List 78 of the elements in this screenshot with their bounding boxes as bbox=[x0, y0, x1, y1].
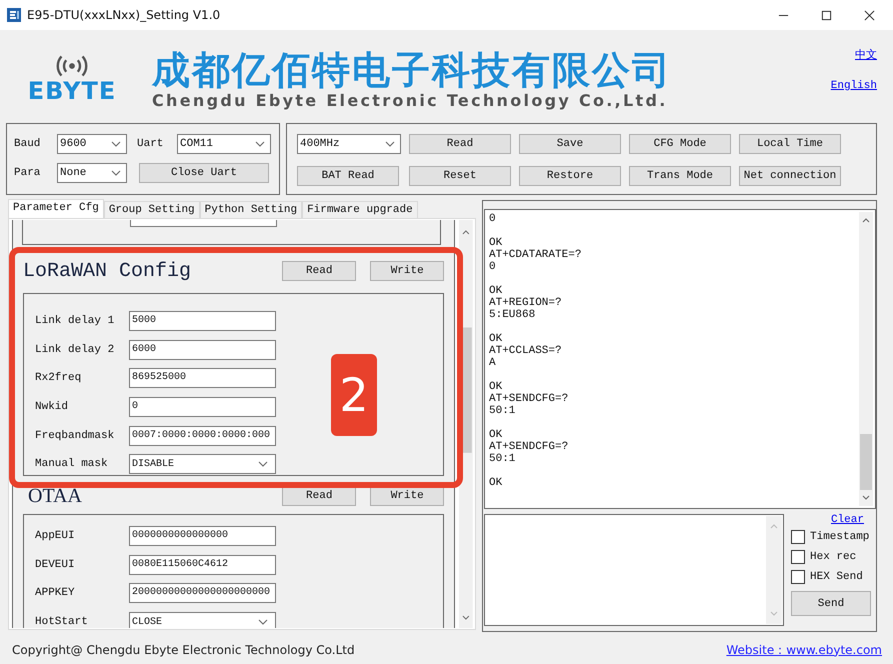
scrollbar[interactable] bbox=[859, 212, 873, 506]
chevron-down-icon bbox=[111, 141, 121, 147]
input-field[interactable]: 0 bbox=[129, 397, 276, 418]
field-label: Freqbandmask bbox=[35, 430, 116, 442]
tab[interactable]: Group Setting bbox=[104, 201, 200, 218]
step-badge: 2 bbox=[331, 354, 377, 436]
clear-link[interactable]: Clear bbox=[830, 514, 864, 527]
input-field[interactable]: 869525000 bbox=[129, 368, 276, 388]
maximize-icon[interactable] bbox=[821, 10, 832, 20]
tab[interactable]: Python Setting bbox=[200, 201, 302, 218]
website-link[interactable]: Website：www.ebyte.com bbox=[726, 642, 882, 658]
app-icon bbox=[7, 8, 21, 22]
input-field[interactable]: 6000 bbox=[129, 340, 276, 360]
dropdown[interactable]: CLOSE bbox=[129, 612, 276, 628]
field-label: DEVEUI bbox=[35, 558, 76, 571]
command-button[interactable]: Net connection bbox=[739, 166, 841, 186]
field-label: Link delay 1 bbox=[35, 315, 116, 328]
company-english-name: Chengdu Ebyte Electronic Technology Co.,Ltd. bbox=[152, 92, 669, 110]
input-field[interactable]: 0007:0000:0000:0000:000 bbox=[129, 426, 276, 446]
baud-dropdown[interactable]: 9600 bbox=[57, 134, 127, 154]
checkbox-label: Hex rec bbox=[810, 551, 856, 563]
checkbox-label: Timestamp bbox=[810, 531, 870, 543]
checkbox[interactable] bbox=[791, 550, 805, 564]
input-field[interactable]: 5000 bbox=[129, 311, 276, 332]
field-label: AppEUI bbox=[35, 530, 76, 542]
send-input[interactable] bbox=[484, 514, 784, 626]
input-field[interactable]: 20000000000000000000000 bbox=[129, 583, 276, 604]
input-field[interactable] bbox=[130, 220, 277, 227]
chevron-down-icon bbox=[258, 461, 268, 468]
command-button[interactable]: CFG Mode bbox=[629, 134, 731, 154]
language-link[interactable]: 中文 bbox=[855, 47, 877, 62]
field-label: Baud bbox=[14, 138, 42, 150]
checkbox[interactable] bbox=[791, 570, 805, 584]
section-button[interactable]: Read bbox=[282, 486, 356, 506]
section-button[interactable]: Write bbox=[370, 261, 444, 281]
language-link[interactable]: English bbox=[830, 80, 877, 92]
chevron-down-icon bbox=[385, 141, 395, 147]
tab[interactable]: Firmware upgrade bbox=[302, 201, 418, 218]
scrollbar[interactable] bbox=[766, 516, 782, 624]
command-button[interactable]: Read bbox=[409, 134, 511, 154]
checkbox-label: HEX Send bbox=[810, 571, 863, 583]
close-icon[interactable] bbox=[864, 10, 875, 20]
section-title: OTAA bbox=[28, 484, 82, 508]
command-button[interactable]: Save bbox=[519, 134, 621, 154]
command-button[interactable]: Trans Mode bbox=[629, 166, 731, 186]
field-label: Manual mask bbox=[35, 458, 109, 470]
logo-text: EBYTE bbox=[28, 78, 116, 104]
uart-dropdown[interactable]: COM11 bbox=[177, 134, 271, 154]
field-label: APPKEY bbox=[35, 587, 76, 600]
command-button[interactable]: Restore bbox=[519, 166, 621, 186]
tab[interactable]: Parameter Cfg bbox=[8, 199, 104, 218]
send-button[interactable]: Send bbox=[791, 591, 871, 616]
para-dropdown[interactable]: None bbox=[57, 163, 127, 183]
log-output: 0 OK AT+CDATARATE=? 0 OK AT+REGION=? 5:EU868 OK AT+CCLASS=? A OK AT+SENDCFG=? 50:1 OK AT+SENDCFG=? 50:1 OK bbox=[488, 212, 582, 491]
section-title: LoRaWAN Config bbox=[23, 260, 192, 282]
dropdown[interactable]: DISABLE bbox=[129, 454, 276, 474]
chevron-down-icon bbox=[255, 141, 265, 147]
command-button[interactable]: Reset bbox=[409, 166, 511, 186]
company-name: 成都亿佰特电子科技有限公司 bbox=[152, 48, 672, 92]
input-field[interactable]: 0080E115060C4612 bbox=[129, 554, 276, 575]
chevron-down-icon bbox=[111, 170, 121, 176]
command-button[interactable]: Local Time bbox=[739, 134, 841, 154]
field-label: Nwkid bbox=[35, 401, 70, 414]
field-label: Para bbox=[14, 167, 42, 179]
close-uart-button[interactable]: Close Uart bbox=[139, 163, 269, 183]
field-label: Uart bbox=[137, 138, 164, 150]
command-button[interactable]: BAT Read bbox=[297, 166, 399, 186]
chevron-down-icon bbox=[258, 619, 268, 626]
input-field[interactable]: 0000000000000000 bbox=[129, 526, 276, 546]
band-dropdown[interactable]: 400MHz bbox=[297, 134, 401, 154]
field-label: Link delay 2 bbox=[35, 344, 116, 356]
section-button[interactable]: Write bbox=[370, 486, 444, 506]
window-title: E95-DTU(xxxLNxx)_Setting V1.0 bbox=[27, 8, 220, 22]
copyright-text: Copyright@ Chengdu Ebyte Electronic Technology Co.Ltd bbox=[12, 643, 355, 657]
field-label: HotStart bbox=[35, 616, 89, 628]
checkbox[interactable] bbox=[791, 530, 805, 544]
field-label: Rx2freq bbox=[35, 372, 82, 384]
section-button[interactable]: Read bbox=[282, 261, 356, 281]
